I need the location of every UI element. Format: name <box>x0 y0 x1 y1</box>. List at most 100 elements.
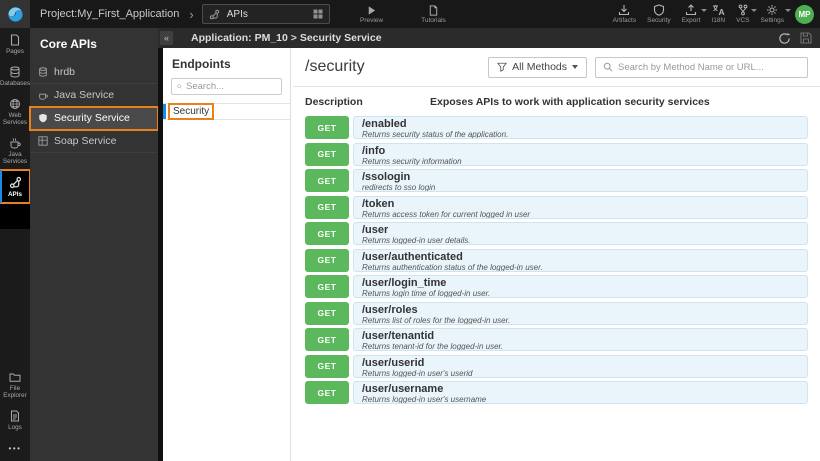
endpoint-row-body[interactable]: /user/login_time Returns login time of l… <box>353 275 808 298</box>
endpoint-path: /user/username <box>362 383 444 395</box>
sidebar-item-pages[interactable]: Pages <box>0 28 30 60</box>
http-method-badge[interactable]: GET <box>305 195 349 219</box>
user-avatar[interactable]: MP <box>795 4 814 24</box>
more-options-icon[interactable]: ••• <box>0 436 30 461</box>
endpoint-list: GET /enabled Returns security status of … <box>305 116 808 404</box>
endpoint-row: GET /user/username Returns logged-in use… <box>305 381 808 404</box>
methods-filter-value: All Methods <box>512 61 567 73</box>
coffee-icon <box>39 93 48 100</box>
endpoint-row-body[interactable]: /enabled Returns security status of the … <box>353 116 808 139</box>
collapse-panel-icon[interactable]: « <box>160 31 173 45</box>
log-icon <box>11 410 19 422</box>
content-area: Endpoints Security /security All Methods <box>158 48 820 461</box>
endpoints-title: Endpoints <box>172 57 231 71</box>
endpoint-row: GET /user/roles Returns list of roles fo… <box>305 301 808 325</box>
sidebar-item-file-explorer[interactable]: File Explorer <box>0 365 30 404</box>
globe-icon <box>10 99 20 109</box>
top-bar: Project:My_First_Application › APIs Prev… <box>0 0 820 28</box>
project-name[interactable]: Project:My_First_Application <box>40 8 179 20</box>
preview-button[interactable]: Preview <box>360 0 383 28</box>
http-method-badge[interactable]: GET <box>305 301 349 325</box>
security-label: Security <box>647 17 671 24</box>
endpoint-row-body[interactable]: /ssologin redirects to sso login <box>353 169 808 192</box>
core-api-item-java-service[interactable]: Java Service <box>30 84 158 107</box>
grid-icon <box>38 136 48 146</box>
method-search[interactable] <box>595 56 808 78</box>
endpoint-row: GET /token Returns access token for curr… <box>305 195 808 219</box>
endpoint-item-security[interactable]: Security <box>163 103 290 120</box>
settings-label: Settings <box>760 17 785 24</box>
endpoint-path: /ssologin <box>362 171 411 183</box>
endpoint-row-body[interactable]: /user/tenantid Returns tenant-id for the… <box>353 328 808 351</box>
core-api-label: hrdb <box>54 66 76 78</box>
http-method-badge[interactable]: GET <box>305 275 349 298</box>
upload-icon <box>685 4 697 16</box>
wavemaker-logo[interactable] <box>0 0 30 28</box>
method-search-input[interactable] <box>618 61 800 73</box>
grid-icon[interactable] <box>313 9 323 19</box>
http-method-badge[interactable]: GET <box>305 142 349 166</box>
sidebar-item-databases[interactable]: Databases <box>0 60 30 92</box>
endpoint-description: Returns access token for current logged … <box>362 209 531 219</box>
endpoints-search[interactable] <box>171 78 282 95</box>
chevron-down-icon <box>785 9 791 12</box>
tutorials-button[interactable]: Tutorials <box>421 0 446 28</box>
endpoint-row-body[interactable]: /user/userid Returns logged-in user's us… <box>353 354 808 378</box>
http-method-badge[interactable]: GET <box>305 328 349 351</box>
gear-icon <box>767 5 778 15</box>
core-api-item-hrdb[interactable]: hrdb <box>30 61 158 84</box>
endpoint-row-body[interactable]: /user Returns logged-in user details. <box>353 222 808 245</box>
core-api-label: Soap Service <box>54 135 117 147</box>
endpoint-row-body[interactable]: /info Returns security information <box>353 142 808 166</box>
security-button[interactable]: Security <box>647 0 671 28</box>
endpoint-path: /token <box>362 197 395 210</box>
core-api-label: Security Service <box>54 112 130 124</box>
endpoint-path: /user/tenantid <box>362 330 435 342</box>
methods-filter-dropdown[interactable]: All Methods <box>488 56 587 78</box>
sidebar-item-java-services[interactable]: Java Services <box>0 131 30 170</box>
i18n-button[interactable]: A I18N <box>711 0 725 28</box>
caret-down-icon <box>572 65 578 69</box>
http-method-badge[interactable]: GET <box>305 248 349 272</box>
refresh-icon[interactable] <box>778 32 791 45</box>
http-method-badge[interactable]: GET <box>305 354 349 378</box>
export-button[interactable]: Export <box>681 0 708 28</box>
sidebar-item-web-services[interactable]: Web Services <box>0 92 30 131</box>
settings-button[interactable]: Settings <box>760 0 791 28</box>
sidebar-item-logs[interactable]: Logs <box>0 404 30 436</box>
endpoint-description: redirects to sso login <box>362 183 436 192</box>
download-icon <box>619 5 630 16</box>
tab-apis[interactable]: APIs <box>201 4 330 24</box>
core-apis-title: Core APIs <box>40 37 97 51</box>
vcs-button[interactable]: VCS <box>736 0 757 28</box>
http-method-badge[interactable]: GET <box>305 116 349 139</box>
endpoint-row-body[interactable]: /user/roles Returns list of roles for th… <box>353 301 808 325</box>
i18n-label: I18N <box>711 17 726 24</box>
document-icon <box>429 4 438 16</box>
sidebar-item-apis[interactable]: APIs <box>0 169 31 204</box>
core-api-item-security-service[interactable]: Security Service <box>29 106 159 131</box>
endpoint-item-label: Security <box>167 103 215 120</box>
endpoint-path: /user/authenticated <box>362 250 463 263</box>
export-label: Export <box>681 17 701 24</box>
endpoint-row: GET /ssologin redirects to sso login <box>305 169 808 192</box>
http-method-badge[interactable]: GET <box>305 169 349 192</box>
core-api-item-soap-service[interactable]: Soap Service <box>30 130 158 153</box>
save-icon[interactable] <box>800 32 812 44</box>
endpoint-row-body[interactable]: /user/authenticated Returns authenticati… <box>353 248 808 272</box>
endpoint-description: Returns security status of the applicati… <box>362 130 509 139</box>
artifacts-button[interactable]: Artifacts <box>613 0 636 28</box>
description-text: Exposes APIs to work with application se… <box>430 96 710 108</box>
http-method-badge[interactable]: GET <box>305 381 349 404</box>
tutorials-label: Tutorials <box>421 16 446 24</box>
endpoint-row-body[interactable]: /user/username Returns logged-in user's … <box>353 381 808 404</box>
http-method-badge[interactable]: GET <box>305 222 349 245</box>
branch-icon <box>738 4 748 16</box>
core-apis-panel: Core APIs hrdb Java Service Security Ser… <box>29 28 159 461</box>
endpoint-row-body[interactable]: /token Returns access token for current … <box>353 195 808 219</box>
tab-apis-label: APIs <box>226 8 248 20</box>
endpoint-row: GET /user Returns logged-in user details… <box>305 222 808 245</box>
endpoints-search-input[interactable] <box>186 81 276 92</box>
sidebar-label: Databases <box>0 80 31 87</box>
api-icon <box>9 176 21 189</box>
